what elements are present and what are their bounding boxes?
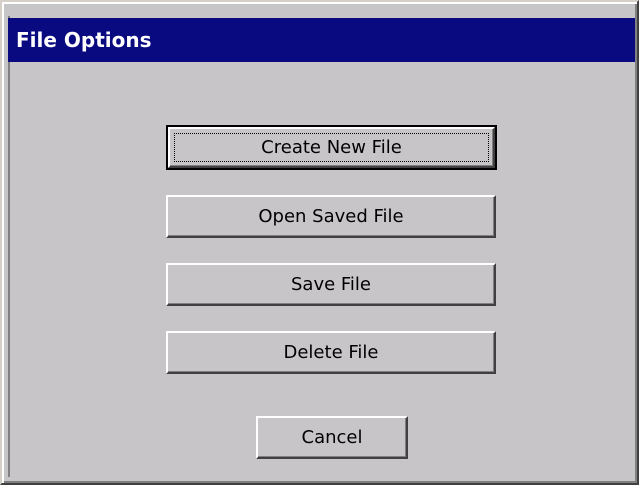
cancel-button[interactable]: Cancel bbox=[256, 416, 408, 459]
save-file-label: Save File bbox=[290, 274, 372, 295]
save-file-button[interactable]: Save File bbox=[166, 263, 496, 306]
create-new-file-button[interactable]: Create New File bbox=[166, 125, 497, 170]
file-options-dialog bbox=[0, 0, 639, 485]
open-saved-file-label: Open Saved File bbox=[258, 206, 404, 227]
open-saved-file-button[interactable]: Open Saved File bbox=[166, 195, 496, 238]
title-bar: File Options bbox=[8, 18, 635, 62]
cancel-label: Cancel bbox=[301, 427, 363, 448]
delete-file-button[interactable]: Delete File bbox=[166, 331, 496, 374]
dialog-client-area bbox=[8, 16, 633, 477]
delete-file-label: Delete File bbox=[283, 342, 379, 363]
dialog-title: File Options bbox=[16, 28, 152, 52]
create-new-file-label: Create New File bbox=[261, 137, 402, 158]
